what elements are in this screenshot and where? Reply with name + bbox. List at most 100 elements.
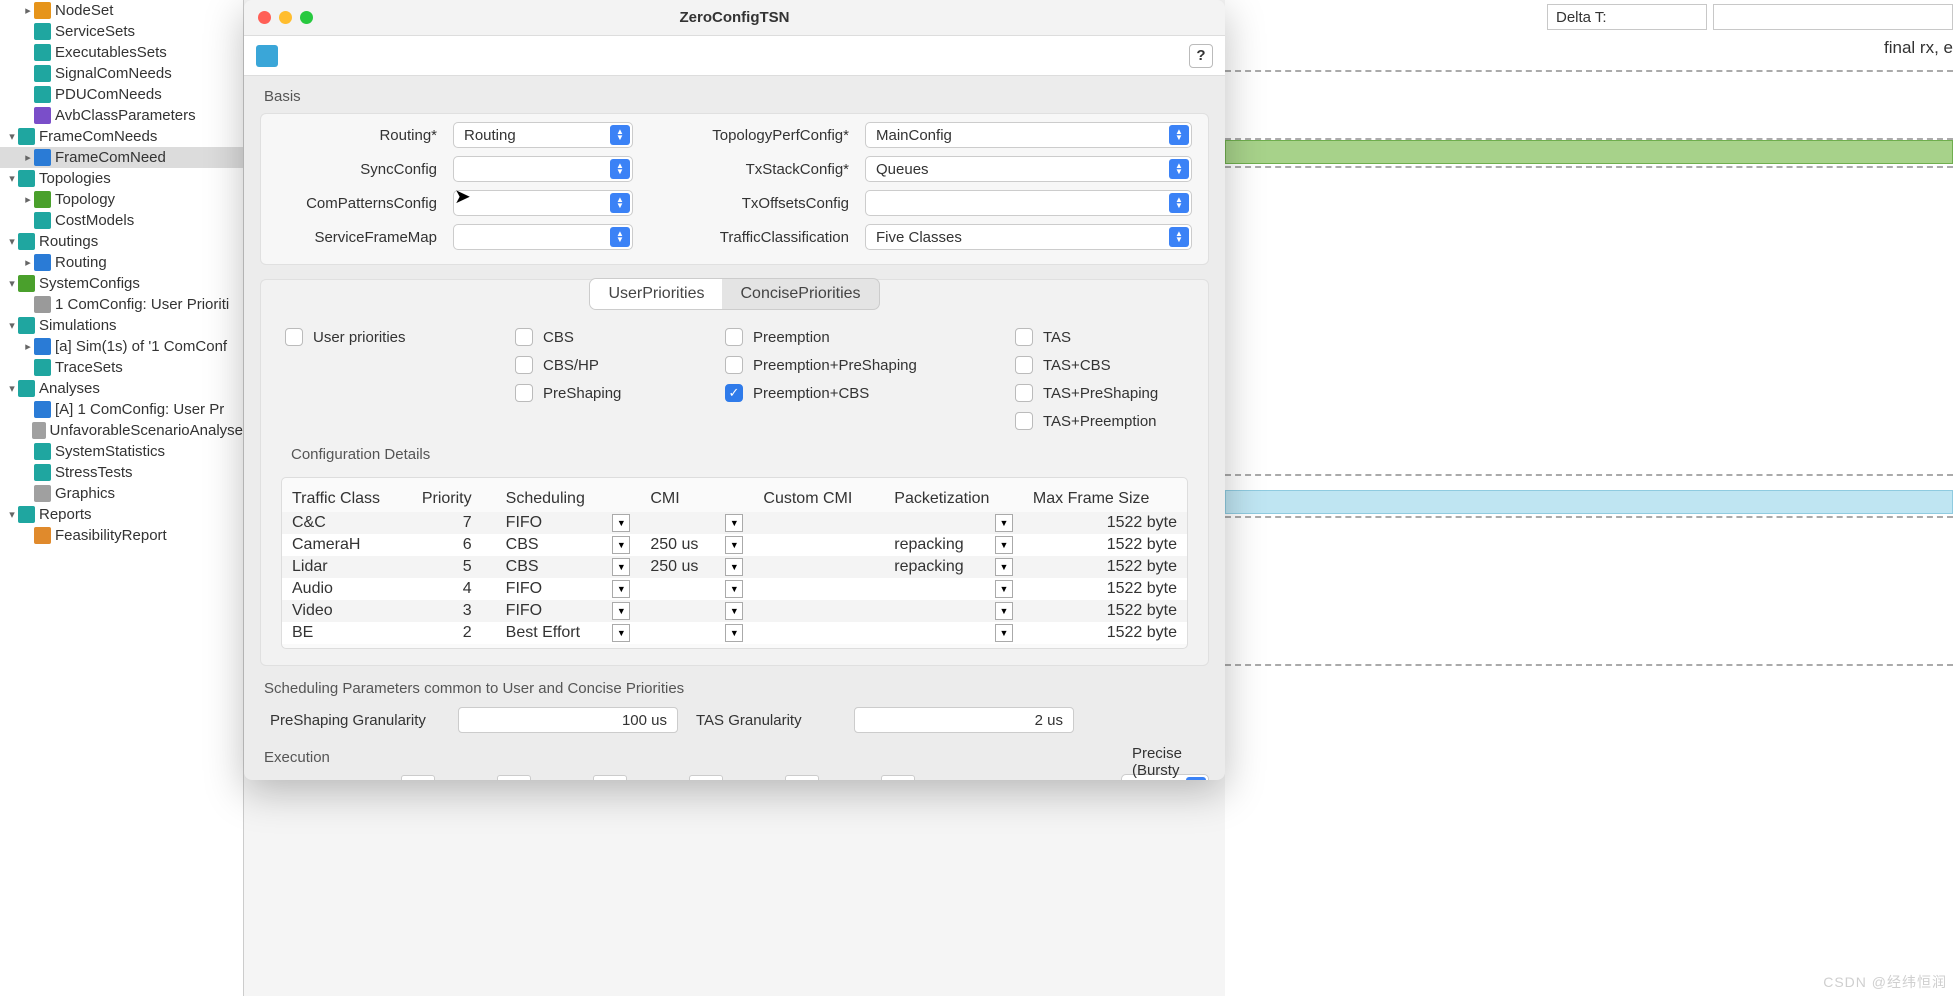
disclosure-icon[interactable]: ▸	[22, 4, 34, 17]
tree-item[interactable]: Graphics	[0, 483, 243, 504]
dropdown-icon[interactable]: ▼	[612, 602, 630, 620]
disclosure-icon[interactable]: ▾	[6, 172, 18, 185]
dropdown-icon[interactable]: ▼	[725, 624, 743, 642]
dropdown-icon[interactable]: ▼	[725, 558, 743, 576]
dropdown-icon[interactable]: ▼	[995, 514, 1013, 532]
disclosure-icon[interactable]: ▾	[6, 130, 18, 143]
tree-item[interactable]: StressTests	[0, 462, 243, 483]
checkbox-row[interactable]: Preemption	[725, 328, 985, 346]
minimize-icon[interactable]	[279, 11, 292, 24]
dropdown-icon[interactable]: ▼	[995, 580, 1013, 598]
tree-item[interactable]: ▾FrameComNeeds	[0, 126, 243, 147]
tree-item[interactable]: SignalComNeeds	[0, 63, 243, 84]
tree-item[interactable]: UnfavorableScenarioAnalyse	[0, 420, 243, 441]
dropdown-icon[interactable]: ▼	[725, 602, 743, 620]
checkbox-row[interactable]: CBS/HP	[515, 356, 695, 374]
basis-combo[interactable]: Five Classes	[865, 224, 1192, 250]
app-icon[interactable]	[256, 45, 278, 67]
checkbox-row[interactable]: PreShaping	[515, 384, 695, 402]
preshaping-input[interactable]: 100 us	[458, 707, 678, 733]
disclosure-icon[interactable]: ▾	[6, 508, 18, 521]
dropdown-icon[interactable]: ▼	[612, 558, 630, 576]
disclosure-icon[interactable]: ▸	[22, 151, 34, 164]
table-row[interactable]: Lidar5CBS▼250 us▼repacking▼1522 byte	[282, 556, 1187, 578]
disclosure-icon[interactable]: ▾	[6, 382, 18, 395]
project-tree[interactable]: ▸NodeSetServiceSetsExecutablesSetsSignal…	[0, 0, 244, 996]
table-row[interactable]: BE2Best Effort▼▼▼1522 byte	[282, 622, 1187, 644]
checkbox[interactable]	[725, 328, 743, 346]
dropdown-icon[interactable]: ▼	[995, 624, 1013, 642]
basis-combo[interactable]: Queues	[865, 156, 1192, 182]
basis-combo[interactable]	[453, 190, 633, 216]
checkbox-row[interactable]: TAS+Preemption	[1015, 412, 1225, 430]
disclosure-icon[interactable]: ▸	[22, 193, 34, 206]
tas-input[interactable]: 2 us	[854, 707, 1074, 733]
disclosure-icon[interactable]: ▾	[6, 235, 18, 248]
tree-item[interactable]: SystemStatistics	[0, 441, 243, 462]
tree-item[interactable]: FeasibilityReport	[0, 525, 243, 546]
tree-item[interactable]: 1 ComConfig: User Prioriti	[0, 294, 243, 315]
tree-item[interactable]: ▸Routing	[0, 252, 243, 273]
tree-item[interactable]: PDUComNeeds	[0, 84, 243, 105]
tab-concise-priorities[interactable]: ConcisePriorities	[722, 279, 878, 309]
dropdown-icon[interactable]: ▼	[725, 580, 743, 598]
checkbox[interactable]	[515, 384, 533, 402]
table-row[interactable]: Video3FIFO▼▼▼1522 byte	[282, 600, 1187, 622]
help-button[interactable]: ?	[1189, 44, 1213, 68]
duration-input[interactable]	[401, 775, 435, 780]
checkbox[interactable]	[515, 356, 533, 374]
tree-item[interactable]: CostModels	[0, 210, 243, 231]
duration-input[interactable]	[785, 775, 819, 780]
duration-input[interactable]	[689, 775, 723, 780]
tree-item[interactable]: ▾Simulations	[0, 315, 243, 336]
dropdown-icon[interactable]: ▼	[612, 514, 630, 532]
basis-combo[interactable]	[453, 156, 633, 182]
checkbox[interactable]	[1015, 328, 1033, 346]
duration-input[interactable]	[497, 775, 531, 780]
tree-item[interactable]: ServiceSets	[0, 21, 243, 42]
tree-item[interactable]: [A] 1 ComConfig: User Pr	[0, 399, 243, 420]
dropdown-icon[interactable]: ▼	[995, 558, 1013, 576]
table-row[interactable]: Audio4FIFO▼▼▼1522 byte	[282, 578, 1187, 600]
dropdown-icon[interactable]: ▼	[725, 536, 743, 554]
disclosure-icon[interactable]: ▾	[6, 319, 18, 332]
tree-item[interactable]: ExecutablesSets	[0, 42, 243, 63]
table-row[interactable]: CameraH6CBS▼250 us▼repacking▼1522 byte	[282, 534, 1187, 556]
dropdown-icon[interactable]: ▼	[612, 580, 630, 598]
checkbox-row[interactable]: TAS	[1015, 328, 1225, 346]
checkbox[interactable]	[725, 384, 743, 402]
close-icon[interactable]	[258, 11, 271, 24]
checkbox-row[interactable]: Preemption+PreShaping	[725, 356, 985, 374]
delta-t-value[interactable]	[1713, 4, 1953, 30]
tree-item[interactable]: ▸Topology	[0, 189, 243, 210]
checkbox-row[interactable]: CBS	[515, 328, 695, 346]
basis-combo[interactable]: Routing	[453, 122, 633, 148]
checkbox[interactable]	[1015, 384, 1033, 402]
dropdown-icon[interactable]: ▼	[612, 536, 630, 554]
tree-item[interactable]: ▾Reports	[0, 504, 243, 525]
analysis-combo[interactable]: Precise (Bursty Traffic Trade-Off)	[1121, 774, 1209, 780]
disclosure-icon[interactable]: ▸	[22, 256, 34, 269]
checkbox[interactable]	[1015, 412, 1033, 430]
disclosure-icon[interactable]: ▾	[6, 277, 18, 290]
duration-input[interactable]	[881, 775, 915, 780]
checkbox-row[interactable]: Preemption+CBS	[725, 384, 985, 402]
dropdown-icon[interactable]: ▼	[995, 536, 1013, 554]
tree-item[interactable]: ▸NodeSet	[0, 0, 243, 21]
dropdown-icon[interactable]: ▼	[612, 624, 630, 642]
tree-item[interactable]: ▾SystemConfigs	[0, 273, 243, 294]
window-controls[interactable]	[258, 11, 313, 24]
tree-item[interactable]: ▸[a] Sim(1s) of '1 ComConf	[0, 336, 243, 357]
basis-combo[interactable]	[453, 224, 633, 250]
checkbox-row[interactable]: TAS+PreShaping	[1015, 384, 1225, 402]
tree-item[interactable]: ▾Routings	[0, 231, 243, 252]
disclosure-icon[interactable]: ▸	[22, 340, 34, 353]
checkbox[interactable]	[285, 328, 303, 346]
checkbox-row[interactable]: TAS+CBS	[1015, 356, 1225, 374]
table-row[interactable]: C&C7FIFO▼▼▼1522 byte	[282, 512, 1187, 534]
basis-combo[interactable]: MainConfig	[865, 122, 1192, 148]
tree-item[interactable]: AvbClassParameters	[0, 105, 243, 126]
dropdown-icon[interactable]: ▼	[995, 602, 1013, 620]
tab-user-priorities[interactable]: UserPriorities	[590, 279, 722, 309]
checkbox-row[interactable]: User priorities	[285, 328, 485, 346]
